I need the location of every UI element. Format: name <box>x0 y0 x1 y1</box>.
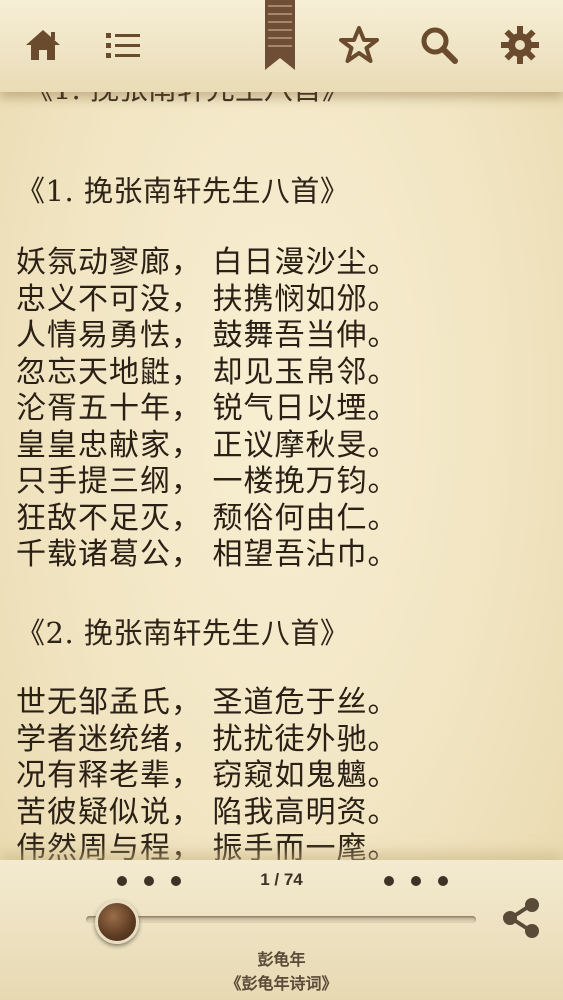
poem-line: 皇皇忠献家， 正议摩秋旻。 <box>16 427 399 463</box>
bottom-toolbar: 1 / 74 彭龟年 《彭龟年诗词》 <box>0 860 563 1000</box>
poem-line: 人情易勇怯， 鼓舞吾当伸。 <box>16 318 399 353</box>
reading-content[interactable]: 《1. 挽张南轩先生八首》 《1. 挽张南轩先生八首》 妖氛动寥廊， 白日漫沙尘… <box>14 62 554 862</box>
share-icon[interactable] <box>499 896 543 940</box>
star-icon[interactable] <box>336 22 382 68</box>
next-chapter-dots-icon[interactable] <box>384 876 448 886</box>
page-indicator: 1 / 74 <box>260 870 303 889</box>
moon-icon[interactable] <box>180 22 226 68</box>
poem-line: 伟然周与程， 振手而一麾。 <box>16 831 399 862</box>
author-name: 彭龟年 <box>257 952 306 969</box>
poem-line: 千载诸葛公， 相望吾沾巾。 <box>16 537 399 572</box>
poem-line: 忠义不可没， 扶携悯如邠。 <box>16 281 399 317</box>
poem-line: 只手提三纲， 一楼挽万钧。 <box>16 464 399 499</box>
poem-line: 忽忘天地鼪， 却见玉帛邻。 <box>16 354 399 390</box>
gear-icon[interactable] <box>497 22 543 68</box>
progress-slider-knob[interactable] <box>95 900 139 944</box>
progress-slider-track[interactable] <box>86 916 476 923</box>
poem-line: 妖氛动寥廊， 白日漫沙尘。 <box>16 245 399 280</box>
poem-line: 沦胥五十年， 锐气日以堙。 <box>16 391 399 426</box>
poem-title: 《2. 挽张南轩先生八首》 <box>16 616 350 650</box>
poem-body: 妖氛动寥廊， 白日漫沙尘。 忠义不可没， 扶携悯如邠。 人情易勇怯， 鼓舞吾当伸… <box>16 245 399 574</box>
search-icon[interactable] <box>416 22 462 68</box>
bookmark-icon[interactable] <box>265 0 295 70</box>
poem-line: 学者迷统绪， 扰扰徒外驰。 <box>16 721 399 757</box>
poem-title: 《1. 挽张南轩先生八首》 <box>16 174 350 208</box>
home-icon[interactable] <box>20 22 66 68</box>
list-icon[interactable] <box>100 22 146 68</box>
poem-line: 狂敌不足灭， 颓俗何由仁。 <box>16 500 399 536</box>
poem-body: 世无邹孟氏， 圣道危于丝。 学者迷统绪， 扰扰徒外驰。 况有释老辈， 窃窥如鬼魑… <box>16 685 399 862</box>
poem-line: 况有释老辈， 窃窥如鬼魑。 <box>16 758 399 793</box>
top-toolbar <box>0 0 563 92</box>
poem-line: 世无邹孟氏， 圣道危于丝。 <box>16 685 399 720</box>
poem-line: 苦彼疑似说， 陷我高明资。 <box>16 794 399 830</box>
book-title: 《彭龟年诗词》 <box>225 976 338 993</box>
